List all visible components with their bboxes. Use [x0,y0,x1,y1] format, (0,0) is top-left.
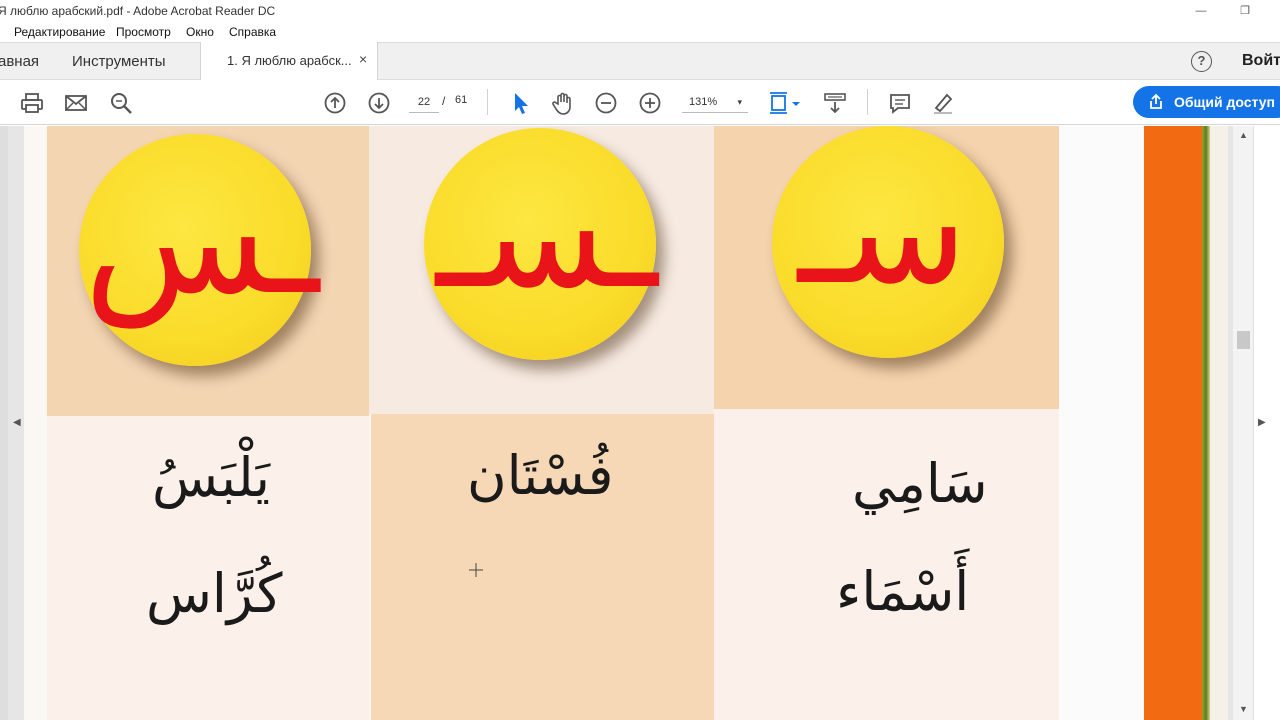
window-title: Я люблю арабский.pdf - Adobe Acrobat Rea… [0,4,276,18]
zoom-select[interactable]: 131% ▾ [682,91,748,113]
word-kurras: كُرَّاس [146,562,283,625]
title-bar: Я люблю арабский.pdf - Adobe Acrobat Rea… [0,0,1280,22]
chevron-down-icon: ▾ [737,97,742,107]
menu-window[interactable]: Окно [186,25,214,39]
right-pane: ▶ [1253,126,1280,720]
crosshair-cursor-icon [469,563,483,577]
share-button[interactable]: Общий доступ [1133,86,1280,118]
zoom-value: 131% [689,96,718,108]
page-total: 61 [455,94,468,106]
word-asmaa: أَسْمَاء [836,560,970,623]
document-area[interactable]: ◀ ـس ـسـ سـ يَلْبَسُ كُرَّاس فُسْتَان سَ… [0,126,1280,720]
minimize-button[interactable]: — [1186,2,1216,20]
share-label: Общий доступ [1174,94,1275,110]
page-separator: / [442,94,446,108]
left-pane-toggle-icon[interactable]: ◀ [13,417,21,428]
word-yalbasu: يَلْبَسُ [152,446,271,509]
email-icon[interactable] [63,90,89,116]
orange-border-strip [1144,126,1202,720]
left-pane [0,126,8,720]
vertical-scrollbar[interactable]: ▲ ▼ [1233,126,1253,720]
menu-edit[interactable]: Редактирование [14,25,105,39]
close-icon[interactable]: × [359,51,367,67]
menu-help[interactable]: Справка [229,25,276,39]
share-icon [1147,93,1165,114]
toolbar-divider [867,89,868,115]
letter-final: ـس [84,154,320,328]
tab-home[interactable]: авная [0,53,39,70]
tab-bar: авная Инструменты 1. Я люблю арабск... ×… [0,42,1280,80]
zoom-out-icon[interactable] [593,90,619,116]
zoom-in-icon[interactable] [637,90,663,116]
comment-icon[interactable] [887,90,913,116]
letter-medial: ـسـ [436,148,658,322]
menu-bar: Редактирование Просмотр Окно Справка [0,22,1280,42]
search-icon[interactable] [108,90,134,116]
document-tab-label: 1. Я люблю арабск... [227,53,352,68]
tab-document[interactable]: 1. Я люблю арабск... × [200,42,378,80]
scroll-up-icon[interactable]: ▲ [1239,130,1248,140]
scroll-mode-icon[interactable] [822,90,848,116]
scroll-thumb[interactable] [1237,331,1250,349]
word-sami: سَامِي [852,452,988,515]
page-margin [1059,126,1147,720]
right-pane-toggle-icon[interactable]: ▶ [1258,417,1266,428]
letter-initial: سـ [798,144,968,318]
page-number-input[interactable]: 22 [409,91,439,113]
signin-button[interactable]: Войт [1242,52,1280,70]
page-fit-icon[interactable] [768,90,804,116]
tab-tools[interactable]: Инструменты [72,53,166,70]
page-up-icon[interactable] [322,90,348,116]
help-icon[interactable]: ? [1191,51,1212,72]
green-border-line [1202,126,1210,720]
pdf-page: ـس ـسـ سـ يَلْبَسُ كُرَّاس فُسْتَان سَام… [24,126,1228,720]
print-icon[interactable] [19,90,45,116]
scroll-down-icon[interactable]: ▼ [1239,704,1248,714]
toolbar-divider [487,89,488,115]
hand-tool-icon[interactable] [550,90,576,116]
select-cursor-icon[interactable] [508,90,534,116]
highlight-pen-icon[interactable] [930,90,956,116]
restore-button[interactable]: ❐ [1230,2,1260,20]
page-down-icon[interactable] [366,90,392,116]
page-edge [1210,126,1228,720]
word-fustan: فُسْتَان [467,444,614,507]
toolbar: 22 / 61 131% ▾ Общий доступ [0,80,1280,125]
menu-view[interactable]: Просмотр [116,25,171,39]
